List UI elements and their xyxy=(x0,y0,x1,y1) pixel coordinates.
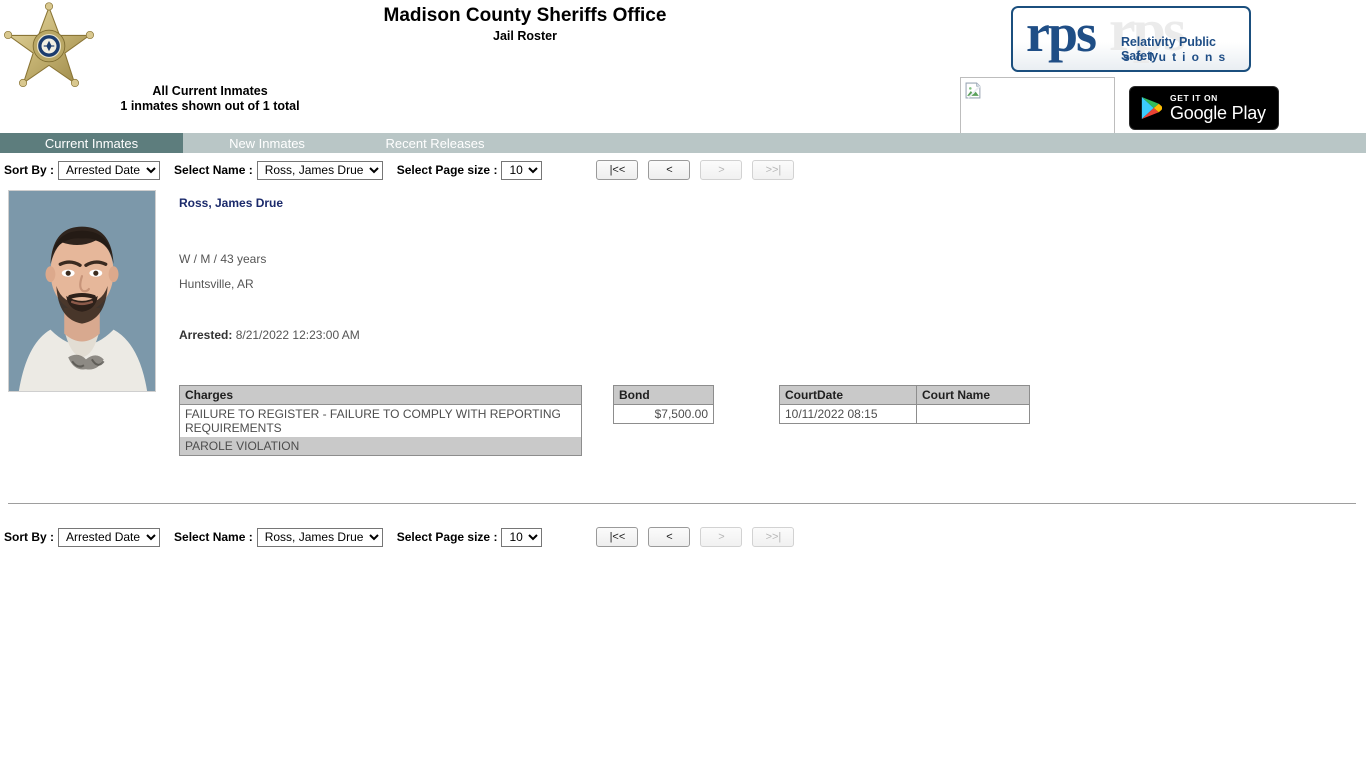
court-date-header: CourtDate xyxy=(779,385,917,405)
sort-by-label-bottom: Sort By : xyxy=(4,530,55,544)
tab-current-inmates[interactable]: Current Inmates xyxy=(0,133,183,153)
inmate-mugshot[interactable] xyxy=(8,190,156,392)
page-size-label-bottom: Select Page size : xyxy=(396,530,498,544)
select-name-label-top: Select Name : xyxy=(174,163,253,177)
roster-tab-bar: Current Inmates New Inmates Recent Relea… xyxy=(0,133,1366,153)
charges-table: Charges FAILURE TO REGISTER - FAILURE TO… xyxy=(179,385,582,456)
inmate-city-state: Huntsville, AR xyxy=(179,277,254,291)
sort-by-select-top[interactable]: Arrested Date xyxy=(58,160,161,180)
charges-header-row: Charges xyxy=(179,385,582,405)
google-play-large-text: Google Play xyxy=(1170,103,1266,124)
inmate-demographics: W / M / 43 years xyxy=(179,252,267,266)
pagination-prev-bottom[interactable]: < xyxy=(648,527,691,547)
rps-wordmark: rps xyxy=(1026,6,1097,63)
court-name-cell xyxy=(916,404,1030,424)
inmate-name-link[interactable]: Ross, James Drue xyxy=(179,196,283,210)
court-table: CourtDate Court Name 10/11/2022 08:15 xyxy=(779,385,1030,424)
charge-cell-1: PAROLE VIOLATION xyxy=(179,437,582,456)
sheriff-star-badge-icon xyxy=(4,2,94,88)
bond-header-row: Bond xyxy=(613,385,714,405)
broken-image-box[interactable] xyxy=(960,77,1115,135)
select-name-select-bottom[interactable]: Ross, James Drue xyxy=(256,527,383,547)
page-size-label-top: Select Page size : xyxy=(396,163,498,177)
agency-title: Madison County Sheriffs Office xyxy=(383,5,667,26)
roster-controls-bottom: Sort By : Arrested Date Select Name : Ro… xyxy=(4,525,1362,549)
roster-controls-top: Sort By : Arrested Date Select Name : Ro… xyxy=(4,158,1362,182)
inmate-arrested-row: Arrested: 8/21/2022 12:23:00 AM xyxy=(179,328,360,342)
sort-by-label-top: Sort By : xyxy=(4,163,55,177)
rps-logo[interactable]: rps rps Relativity Public Safety solutio… xyxy=(1011,6,1251,72)
court-date-cell: 10/11/2022 08:15 xyxy=(785,407,878,421)
google-play-triangle-icon xyxy=(1141,97,1162,119)
roster-subtitle: Jail Roster xyxy=(493,29,557,43)
pagination-prev-top[interactable]: < xyxy=(648,160,691,180)
title-block: Madison County Sheriffs Office Jail Rost… xyxy=(0,4,1050,44)
pagination-group-bottom: |<< < > >>| xyxy=(596,527,795,547)
charge-cell-0: FAILURE TO REGISTER - FAILURE TO COMPLY … xyxy=(185,407,561,435)
pagination-next-bottom: > xyxy=(700,527,743,547)
section-divider xyxy=(8,503,1356,504)
mugshot-image xyxy=(9,191,155,391)
bond-amount-cell: $7,500.00 xyxy=(654,407,708,421)
table-row: 10/11/2022 08:15 xyxy=(780,404,1030,424)
bond-header-cell: Bond xyxy=(613,385,714,405)
arrested-value: 8/21/2022 12:23:00 AM xyxy=(235,328,360,342)
table-row: FAILURE TO REGISTER - FAILURE TO COMPLY … xyxy=(180,405,582,438)
rps-tagline-line2: solutions xyxy=(1123,50,1232,64)
select-name-label-bottom: Select Name : xyxy=(174,530,253,544)
arrested-label: Arrested: xyxy=(179,328,233,342)
page-size-select-bottom[interactable]: 10 xyxy=(501,527,543,547)
court-name-header: Court Name xyxy=(916,385,1030,405)
pagination-group-top: |<< < > >>| xyxy=(596,160,795,180)
tab-new-inmates[interactable]: New Inmates xyxy=(183,133,351,153)
court-header-row: CourtDate Court Name xyxy=(779,385,1030,405)
pagination-last-top: >>| xyxy=(752,160,795,180)
broken-image-icon xyxy=(965,82,981,99)
tab-recent-releases[interactable]: Recent Releases xyxy=(351,133,519,153)
charges-header-cell: Charges xyxy=(179,385,582,405)
roster-scope-label: All Current Inmates xyxy=(152,84,268,98)
pagination-next-top: > xyxy=(700,160,743,180)
select-name-select-top[interactable]: Ross, James Drue xyxy=(256,160,383,180)
roster-count-label: 1 inmates shown out of 1 total xyxy=(120,99,300,113)
page-size-select-top[interactable]: 10 xyxy=(501,160,543,180)
pagination-first-top[interactable]: |<< xyxy=(596,160,639,180)
sort-by-select-bottom[interactable]: Arrested Date xyxy=(58,527,161,547)
google-play-text: GET IT ON Google Play xyxy=(1170,94,1266,123)
table-row: PAROLE VIOLATION xyxy=(179,437,582,456)
bond-table: Bond $7,500.00 xyxy=(613,385,714,424)
pagination-first-bottom[interactable]: |<< xyxy=(596,527,639,547)
google-play-badge[interactable]: GET IT ON Google Play xyxy=(1129,86,1279,130)
table-row: $7,500.00 xyxy=(614,405,714,424)
pagination-last-bottom: >>| xyxy=(752,527,795,547)
inmate-count-block: All Current Inmates 1 inmates shown out … xyxy=(0,84,420,114)
google-play-small-text: GET IT ON xyxy=(1170,92,1218,103)
page-header: Madison County Sheriffs Office Jail Rost… xyxy=(0,0,1366,135)
